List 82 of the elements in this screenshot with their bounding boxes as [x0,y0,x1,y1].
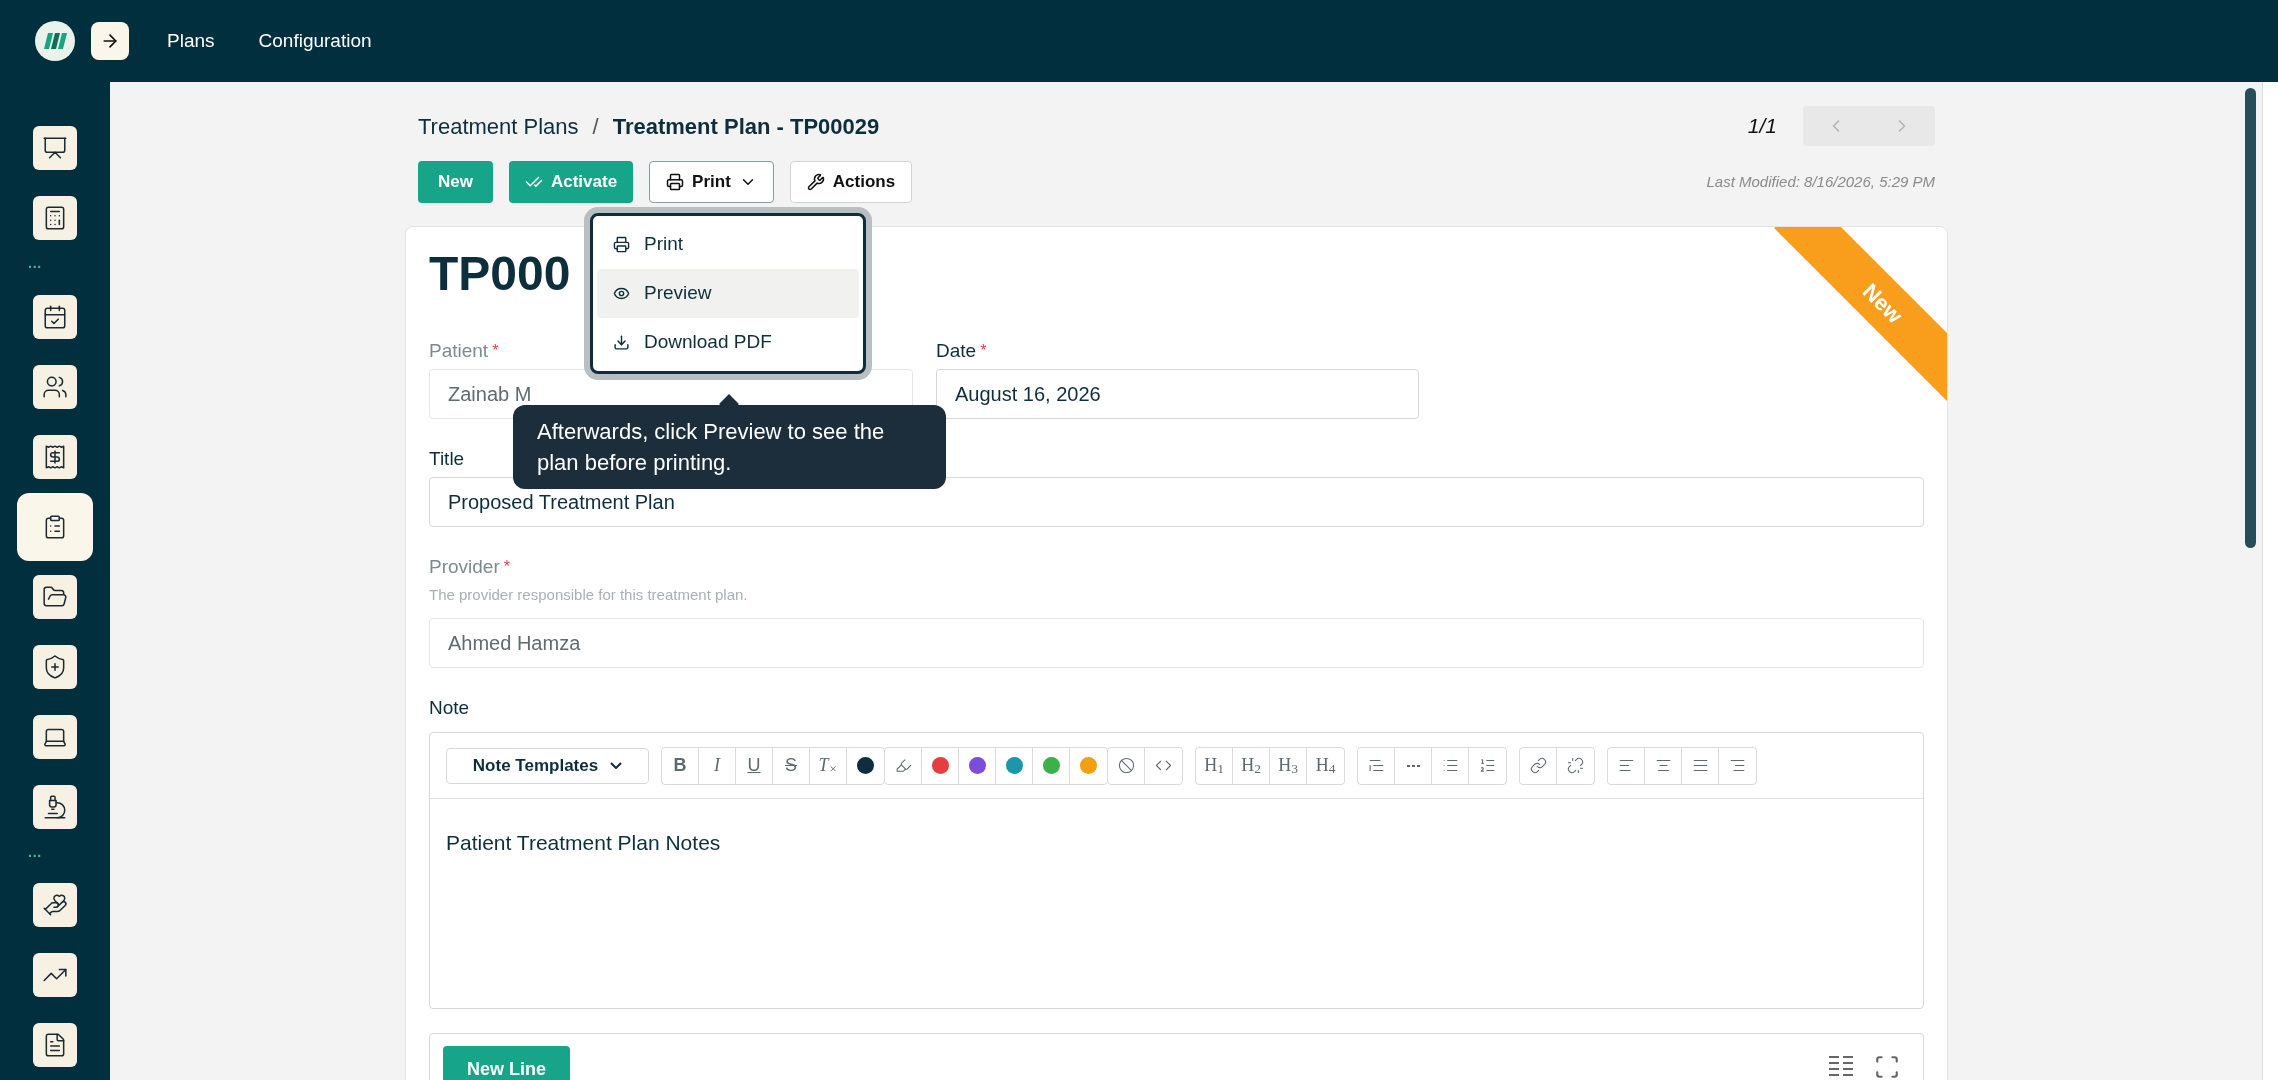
quote-icon [1367,757,1385,774]
heading-button[interactable]: H$_{3}$ [1270,747,1307,784]
print-button[interactable]: Print [649,161,774,203]
record-counter: 1/1 [1747,113,1777,140]
bullet-list-icon [1441,757,1459,774]
sidebar-item[interactable] [33,126,77,170]
microscope-icon [42,793,68,820]
field-label: Provider [429,554,500,579]
separator-dots: ··· [28,848,42,863]
sidebar-item[interactable] [33,1023,77,1067]
field-label: Title [429,446,465,471]
sidebar-item[interactable] [33,364,77,409]
input-field[interactable]: Proposed Treatment Plan [429,477,1924,527]
actions-button[interactable]: Actions [789,161,913,203]
sidebar-item[interactable] [33,953,77,997]
breadcrumb-current: Treatment Plan - TP00029 [612,112,880,141]
required-mark: * [503,557,510,577]
sidebar-item[interactable] [33,714,77,759]
strike-button[interactable]: S [773,747,810,784]
heading-button[interactable]: H$_{2}$ [1233,747,1270,784]
download-icon [613,334,630,351]
unlink-icon [1567,757,1584,774]
sidebar-item[interactable] [33,294,77,339]
field-label: Patient [429,338,489,363]
sidebar-item[interactable] [33,434,77,479]
breadcrumb-link[interactable]: Treatment Plans [418,109,579,143]
printer-icon [666,173,685,191]
underline-button[interactable]: U [736,747,773,784]
heading-button[interactable]: H$_{1}$ [1196,747,1233,784]
heading-button[interactable]: H$_{4}$ [1307,747,1344,784]
tooltip: Afterwards, click Preview to see the plan before printing. [513,405,946,489]
separator-dots: ··· [28,260,42,275]
nav-link[interactable]: Configuration [256,26,374,56]
sidebar-item[interactable] [33,883,77,927]
last-modified-text: Last Modified: 8/16/2026, 5:29 PM [1706,171,1935,192]
color-swatch[interactable] [931,757,949,774]
calendar-check-icon [42,303,68,330]
logo-icon [35,21,75,61]
link-icon [1529,757,1547,774]
align-left-icon [1617,757,1635,774]
chart-report-icon [42,135,68,161]
menu-item[interactable]: Preview [597,269,859,318]
note-text: Patient Treatment Plan Notes [446,831,721,854]
field-label: Note [429,695,470,720]
field-label: Date [936,338,977,363]
color-swatch[interactable] [1080,757,1097,774]
columns-icon [1828,1054,1854,1076]
fullscreen-icon [1874,1054,1900,1080]
eye-icon [613,285,630,302]
hand-heart-icon [42,892,68,918]
record-title: TP000 [429,250,571,298]
clear-button[interactable]: T$_{×}$ [810,747,847,784]
wrench-icon [806,173,825,191]
pen-icon [894,757,912,774]
sidebar-item[interactable] [17,492,93,561]
sidebar-item[interactable] [33,644,77,689]
input-field[interactable]: August 16, 2026 [936,369,1419,419]
numbered-list-icon [1479,757,1496,774]
align-justify-icon [1691,757,1709,774]
caret-icon [610,762,623,769]
required-mark: * [980,341,987,361]
color-swatch[interactable] [1042,757,1060,774]
align-center-icon [1654,757,1672,774]
color-swatch[interactable] [857,757,874,774]
nav-link[interactable]: Plans [165,26,217,56]
italic-button[interactable]: I [699,747,736,784]
printer-icon [613,236,630,253]
sidebar-item[interactable] [33,574,77,619]
note-templates-dropdown[interactable]: Note Templates [446,747,649,784]
note-body[interactable]: Patient Treatment Plan Notes [430,799,1923,1008]
color-swatch[interactable] [1005,757,1023,774]
sidebar-item[interactable] [33,784,77,829]
no-format-icon [1117,757,1135,774]
field-hint: The provider responsible for this treatment plan. [429,586,748,603]
bold-button[interactable]: B [662,747,699,784]
required-mark: * [492,341,499,361]
breadcrumb-separator: / [592,112,599,141]
expand-button[interactable] [91,22,129,60]
color-swatch[interactable] [968,757,986,774]
sidebar-item[interactable] [33,196,77,240]
align-right-icon [1729,757,1746,774]
rule-icon [1406,764,1420,767]
